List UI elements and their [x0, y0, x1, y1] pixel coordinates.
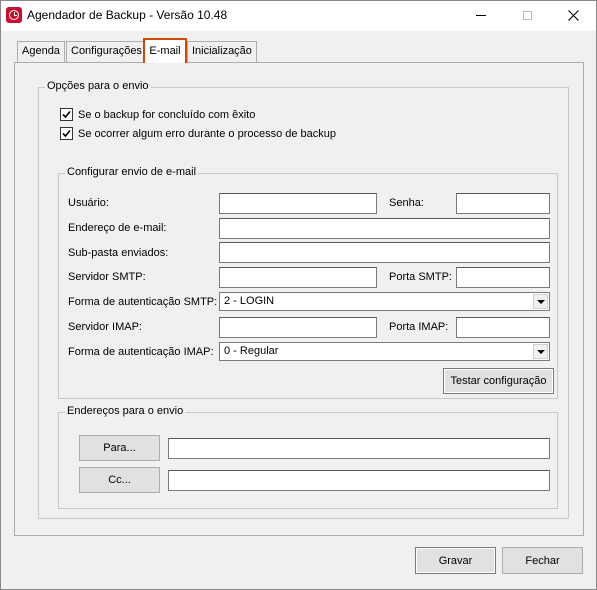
addresses-group-label: Endereços para o envio: [65, 405, 186, 417]
usuario-label: Usuário:: [68, 197, 109, 209]
smtp-label: Servidor SMTP:: [68, 271, 146, 283]
window-title: Agendador de Backup - Versão 10.48: [27, 8, 228, 22]
checkmark-icon: [62, 129, 71, 138]
chevron-down-icon[interactable]: [533, 344, 548, 359]
tab-email[interactable]: E-mail: [143, 38, 187, 63]
test-config-button[interactable]: Testar configuração: [443, 368, 554, 394]
chevron-down-icon[interactable]: [533, 294, 548, 309]
checkmark-icon: [62, 110, 71, 119]
cc-button[interactable]: Cc...: [79, 467, 160, 493]
app-window: Agendador de Backup - Versão 10.48 Agend…: [0, 0, 597, 590]
minimize-button[interactable]: [458, 1, 504, 30]
porta-smtp-label: Porta SMTP:: [389, 271, 452, 283]
check-success-row[interactable]: Se o backup for concluído com êxito: [60, 108, 255, 121]
porta-smtp-input[interactable]: [456, 267, 550, 288]
para-button[interactable]: Para...: [79, 435, 160, 461]
auth-smtp-label: Forma de autenticação SMTP:: [68, 296, 218, 308]
auth-imap-label: Forma de autenticação IMAP:: [68, 346, 214, 358]
options-group-label: Opções para o envio: [45, 80, 151, 92]
tab-inicializacao[interactable]: Inicialização: [187, 41, 257, 62]
subpasta-input[interactable]: [219, 242, 550, 263]
cc-button-label: Cc...: [108, 474, 131, 486]
porta-imap-input[interactable]: [456, 317, 550, 338]
para-input[interactable]: [168, 438, 550, 459]
close-dialog-button[interactable]: Fechar: [502, 547, 583, 574]
check-success-checkbox[interactable]: [60, 108, 73, 121]
save-button-label: Gravar: [438, 554, 473, 567]
maximize-button[interactable]: [504, 1, 550, 30]
save-button[interactable]: Gravar: [415, 547, 496, 574]
clock-icon: [6, 7, 22, 23]
title-bar: Agendador de Backup - Versão 10.48: [1, 1, 596, 31]
check-error-row[interactable]: Se ocorrer algum erro durante o processo…: [60, 127, 336, 140]
endereco-label: Endereço de e-mail:: [68, 222, 167, 234]
imap-input[interactable]: [219, 317, 377, 338]
endereco-input[interactable]: [219, 218, 550, 239]
minimize-icon: [476, 15, 486, 16]
auth-smtp-select[interactable]: 2 - LOGIN: [219, 292, 550, 311]
porta-imap-label: Porta IMAP:: [389, 321, 449, 333]
config-group-label: Configurar envio de e-mail: [65, 166, 199, 178]
auth-smtp-value: 2 - LOGIN: [224, 295, 275, 307]
check-error-label: Se ocorrer algum erro durante o processo…: [78, 127, 337, 140]
check-error-checkbox[interactable]: [60, 127, 73, 140]
para-button-label: Para...: [103, 442, 136, 454]
close-button[interactable]: [550, 1, 596, 30]
senha-label: Senha:: [389, 197, 424, 209]
senha-input[interactable]: [456, 193, 550, 214]
auth-imap-select[interactable]: 0 - Regular: [219, 342, 550, 361]
subpasta-label: Sub-pasta enviados:: [68, 247, 169, 259]
tab-agenda[interactable]: Agenda: [17, 41, 65, 62]
check-success-label: Se o backup for concluído com êxito: [78, 108, 256, 121]
tab-configuracoes[interactable]: Configurações: [66, 41, 147, 62]
maximize-icon: [522, 11, 532, 20]
auth-imap-value: 0 - Regular: [224, 345, 279, 357]
cc-input[interactable]: [168, 470, 550, 491]
close-dialog-button-label: Fechar: [525, 554, 560, 567]
smtp-input[interactable]: [219, 267, 377, 288]
close-icon: [567, 10, 579, 21]
usuario-input[interactable]: [219, 193, 377, 214]
test-config-label: Testar configuração: [450, 375, 547, 387]
imap-label: Servidor IMAP:: [68, 321, 142, 333]
